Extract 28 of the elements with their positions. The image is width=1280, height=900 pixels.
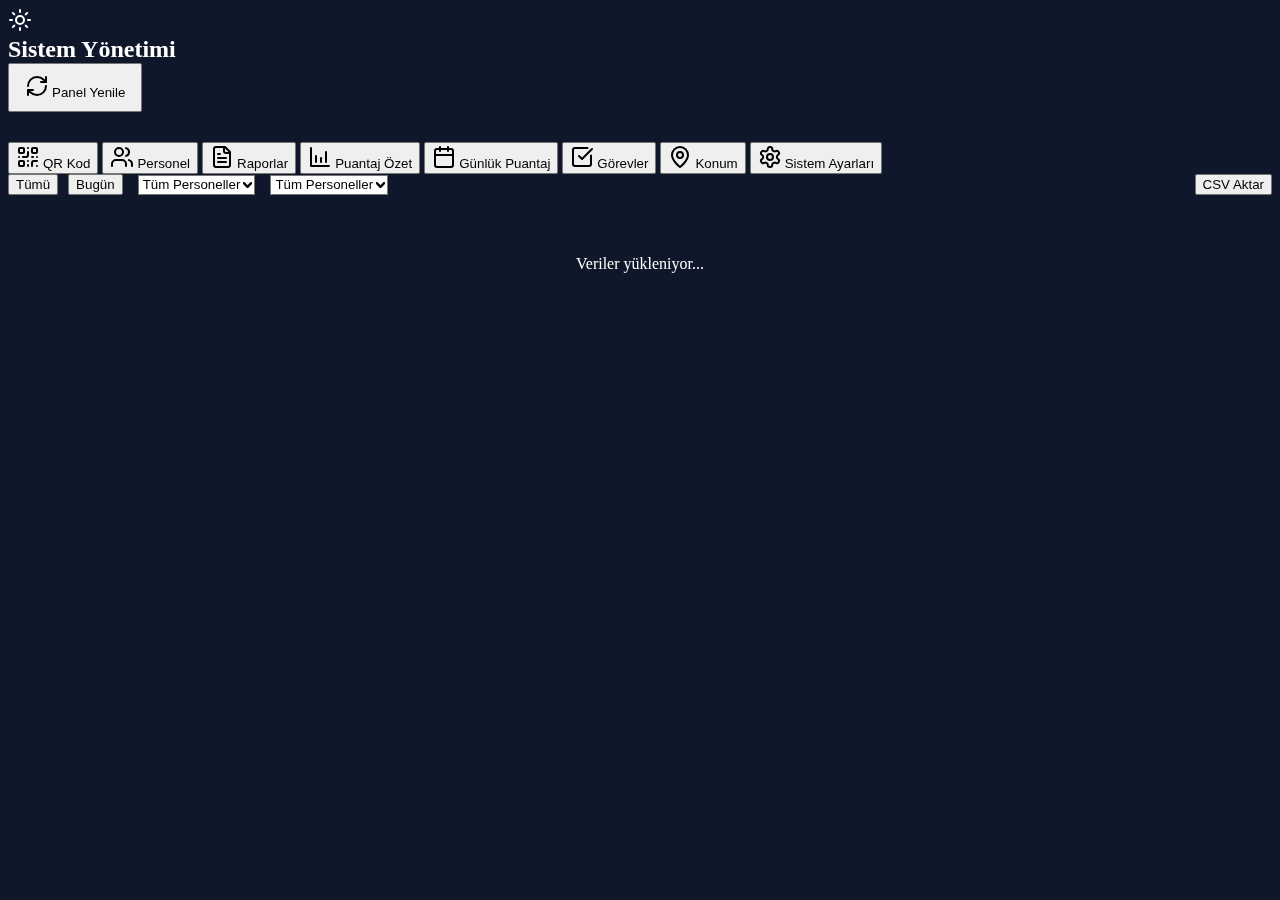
tab[interactable]: Personel bbox=[102, 142, 199, 174]
tab[interactable]: Günlük Puantaj bbox=[424, 142, 559, 174]
document-icon bbox=[211, 146, 234, 168]
page-title: Sistem Yönetimi bbox=[8, 35, 176, 63]
loading-message: Veriler yükleniyor... bbox=[576, 255, 704, 273]
calendar-icon bbox=[433, 146, 456, 168]
sun-icon[interactable] bbox=[9, 9, 31, 31]
filter-button[interactable]: Bugün bbox=[68, 174, 123, 195]
chevron-down-icon bbox=[243, 181, 253, 188]
tab[interactable]: Sistem Ayarları bbox=[749, 142, 883, 174]
checked-square-icon bbox=[571, 146, 594, 168]
settings-icon bbox=[758, 146, 781, 168]
personnel-dropdown[interactable]: Tüm Personeller bbox=[137, 174, 256, 195]
bar-chart-icon bbox=[309, 146, 332, 168]
people-icon bbox=[111, 146, 134, 168]
filter-button[interactable]: Tümü bbox=[8, 174, 59, 195]
refresh-button[interactable]: Panel Yenile bbox=[8, 63, 143, 112]
chevron-down-icon bbox=[376, 181, 386, 188]
map-pin-icon bbox=[669, 146, 692, 168]
refresh-icon bbox=[26, 75, 48, 97]
qr-code-icon bbox=[17, 146, 39, 168]
tab[interactable]: Puantaj Özet bbox=[300, 142, 421, 174]
tab[interactable]: Görevler bbox=[562, 142, 657, 174]
tab[interactable]: QR Kod bbox=[8, 142, 99, 174]
csv-export-button[interactable]: CSV Aktar bbox=[1194, 174, 1272, 195]
tab[interactable]: Raporlar bbox=[202, 142, 297, 174]
personnel-dropdown[interactable]: Tüm Personeller bbox=[270, 174, 389, 195]
tab[interactable]: Konum bbox=[660, 142, 746, 174]
